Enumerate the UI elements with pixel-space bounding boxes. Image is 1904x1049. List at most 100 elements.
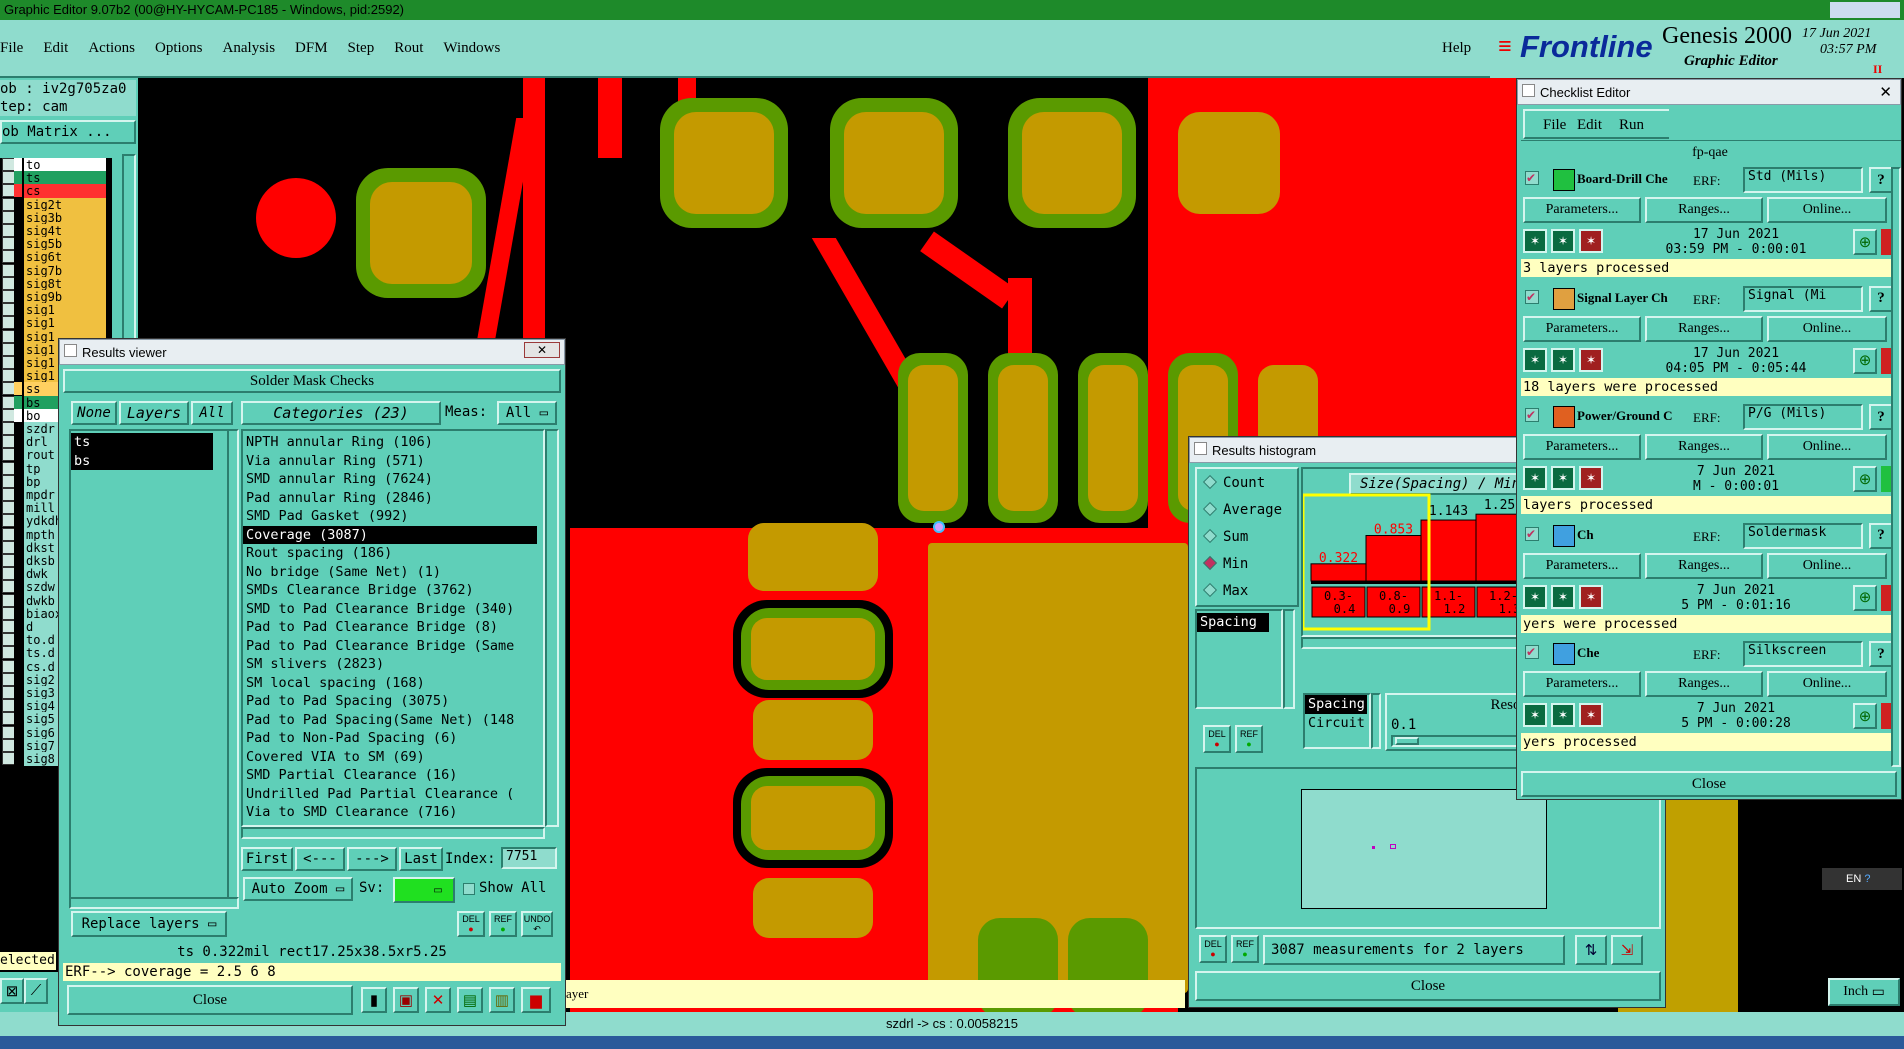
- category-item[interactable]: SMD Partial Clearance (16): [243, 766, 543, 785]
- layer-item[interactable]: sig7b: [24, 263, 106, 278]
- help-icon[interactable]: ?: [1864, 873, 1870, 885]
- view-results-icon[interactable]: ⊕: [1853, 229, 1877, 255]
- erf-value[interactable]: Soldermask: [1743, 522, 1863, 549]
- categories-button[interactable]: Categories (23): [241, 401, 441, 425]
- view-results-icon[interactable]: ⊕: [1853, 703, 1877, 729]
- first-button[interactable]: First: [241, 847, 293, 871]
- inch-select[interactable]: Inch ▭: [1828, 978, 1900, 1006]
- layer-item[interactable]: ts: [24, 171, 106, 186]
- menu-windows[interactable]: Windows: [443, 40, 500, 57]
- results-close-button[interactable]: Close: [67, 985, 353, 1015]
- category-item[interactable]: Via to SMD Clearance (716): [243, 803, 543, 822]
- preview-canvas[interactable]: [1301, 789, 1547, 909]
- option-average[interactable]: Average: [1202, 501, 1282, 518]
- ranges-button[interactable]: Ranges...: [1645, 315, 1763, 342]
- run-check-icon[interactable]: ✶: [1523, 347, 1547, 372]
- category-item[interactable]: SMDs Clearance Bridge (3762): [243, 581, 543, 600]
- toolbar-icon-4[interactable]: ▤: [457, 987, 483, 1013]
- checklist-titlebar[interactable]: Checklist Editor ✕: [1517, 79, 1901, 105]
- check-enable-checkbox[interactable]: ✔: [1525, 645, 1539, 659]
- toolbar-icon-5[interactable]: ▥: [489, 987, 515, 1013]
- measure-tool-icon[interactable]: ⟋: [24, 978, 48, 1004]
- check-enable-checkbox[interactable]: ✔: [1525, 408, 1539, 422]
- category-list[interactable]: NPTH annular Ring (106) Via annular Ring …: [241, 429, 545, 827]
- check-help-button[interactable]: ?: [1869, 404, 1893, 430]
- parameters-button[interactable]: Parameters...: [1523, 315, 1641, 342]
- none-button[interactable]: None: [71, 401, 117, 425]
- result-layer-ts[interactable]: ts: [71, 433, 213, 452]
- job-matrix-button[interactable]: ob Matrix ...: [0, 120, 136, 144]
- ranges-button[interactable]: Ranges...: [1645, 671, 1763, 697]
- option-max[interactable]: Max: [1202, 582, 1248, 599]
- layer-item[interactable]: sig9b: [24, 290, 106, 304]
- ref-button[interactable]: REF ●: [489, 911, 517, 937]
- menu-help[interactable]: Help: [1442, 40, 1471, 57]
- menu-step[interactable]: Step: [348, 40, 375, 57]
- category-item[interactable]: Pad to Pad Spacing(Same Net) (148: [243, 711, 543, 730]
- meas-select[interactable]: All ▭: [497, 401, 557, 425]
- category-item[interactable]: NPTH annular Ring (106): [243, 433, 543, 452]
- spacing-type-circuit[interactable]: Circuit: [1305, 714, 1369, 733]
- category-item[interactable]: Undrilled Pad Partial Clearance (: [243, 785, 543, 804]
- category-item[interactable]: SM slivers (2823): [243, 655, 543, 674]
- layer-item[interactable]: sig6t: [24, 250, 106, 265]
- hist-ref-button[interactable]: REF ●: [1231, 935, 1259, 963]
- last-button[interactable]: Last: [399, 847, 443, 871]
- menu-options[interactable]: Options: [155, 40, 203, 57]
- close-icon[interactable]: ✕: [1879, 83, 1892, 101]
- menu-edit[interactable]: Edit: [43, 40, 68, 57]
- check-help-button[interactable]: ?: [1869, 285, 1893, 312]
- online-button[interactable]: Online...: [1767, 671, 1887, 697]
- layer-item[interactable]: cs: [24, 184, 106, 199]
- histogram-bar[interactable]: [1365, 535, 1422, 582]
- next-button[interactable]: --->: [347, 847, 397, 871]
- check-help-button[interactable]: ?: [1869, 641, 1893, 667]
- option-count[interactable]: Count: [1202, 474, 1265, 491]
- category-item[interactable]: Pad to Pad Clearance Bridge (Same: [243, 637, 543, 656]
- run-check-icon[interactable]: ✶: [1579, 347, 1603, 372]
- checklist-menu-run[interactable]: Run: [1619, 117, 1644, 134]
- parameters-button[interactable]: Parameters...: [1523, 552, 1641, 579]
- run-check-icon[interactable]: ✶: [1579, 229, 1603, 253]
- erf-value[interactable]: Std (Mils): [1743, 167, 1863, 193]
- erf-value[interactable]: P/G (Mils): [1743, 404, 1863, 430]
- erf-value[interactable]: Signal (Mi: [1743, 285, 1863, 312]
- spacing-type-list[interactable]: Spacing Circuit: [1303, 693, 1371, 749]
- toolbar-icon-1[interactable]: ▮: [361, 987, 387, 1013]
- hist-zoom-icon[interactable]: ⇲: [1611, 935, 1643, 965]
- close-icon[interactable]: ✕: [524, 342, 560, 358]
- run-check-icon[interactable]: ✶: [1523, 584, 1547, 609]
- prev-button[interactable]: <---: [295, 847, 345, 871]
- window-controls[interactable]: [1830, 2, 1900, 18]
- check-help-button[interactable]: ?: [1869, 522, 1893, 549]
- category-item[interactable]: Via annular Ring (571): [243, 452, 543, 471]
- layer-item[interactable]: sig1: [24, 303, 106, 318]
- category-item[interactable]: SM local spacing (168): [243, 674, 543, 693]
- view-results-icon[interactable]: ⊕: [1853, 584, 1877, 611]
- spacing-list[interactable]: Spacing: [1195, 609, 1283, 709]
- category-item[interactable]: SMD to Pad Clearance Bridge (340): [243, 600, 543, 619]
- category-vscroll[interactable]: [545, 429, 559, 827]
- result-layer-bs[interactable]: bs: [71, 451, 213, 470]
- result-layer-list[interactable]: ts bs: [69, 429, 229, 899]
- menu-actions[interactable]: Actions: [88, 40, 135, 57]
- category-item[interactable]: Covered VIA to SM (69): [243, 748, 543, 767]
- run-check-icon[interactable]: ✶: [1579, 466, 1603, 490]
- checklist-menu-edit[interactable]: Edit: [1577, 117, 1602, 134]
- run-check-icon[interactable]: ✶: [1551, 703, 1575, 727]
- option-min[interactable]: Min: [1202, 555, 1248, 572]
- ranges-button[interactable]: Ranges...: [1645, 552, 1763, 579]
- category-item[interactable]: No bridge (Same Net) (1): [243, 563, 543, 582]
- run-check-icon[interactable]: ✶: [1551, 229, 1575, 253]
- histogram-close-button[interactable]: Close: [1195, 971, 1661, 1001]
- run-check-icon[interactable]: ✶: [1523, 466, 1547, 490]
- online-button[interactable]: Online...: [1767, 197, 1887, 223]
- spacing-vscroll[interactable]: [1283, 609, 1295, 709]
- check-enable-checkbox[interactable]: ✔: [1525, 171, 1539, 185]
- category-item[interactable]: SMD Pad Gasket (992): [243, 507, 543, 526]
- index-input[interactable]: 7751: [501, 847, 557, 869]
- sv-color-select[interactable]: ▭: [393, 877, 455, 903]
- category-item[interactable]: Coverage (3087): [243, 525, 537, 544]
- hist-left-del-button[interactable]: DEL ●: [1203, 725, 1231, 753]
- category-item[interactable]: Pad to Non-Pad Spacing (6): [243, 729, 543, 748]
